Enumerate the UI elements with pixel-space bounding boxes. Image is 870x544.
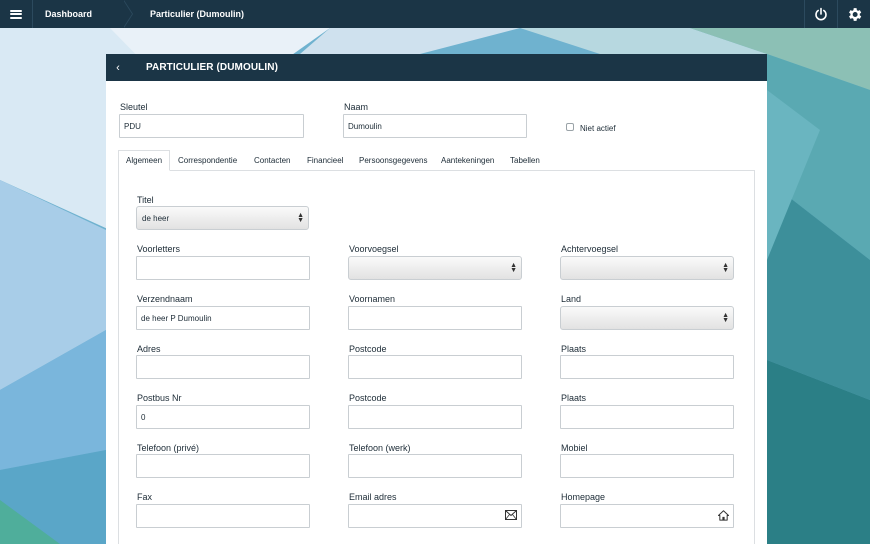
tab-financieel[interactable]: Financieel: [307, 150, 343, 171]
achtervoegsel-select[interactable]: ▲ ▼: [560, 256, 734, 280]
telefoon-werk-input[interactable]: [348, 454, 522, 478]
mobiel-label: Mobiel: [561, 443, 588, 453]
tab-tabellen[interactable]: Tabellen: [510, 150, 540, 171]
adres-input[interactable]: [136, 355, 310, 379]
postbus-postcode-input[interactable]: [348, 405, 522, 429]
select-arrows-icon: ▲ ▼: [510, 262, 517, 274]
menu-button[interactable]: [0, 0, 33, 28]
panel-header: ‹ PARTICULIER (DUMOULIN): [106, 54, 767, 81]
record-panel: ‹ PARTICULIER (DUMOULIN) Sleutel PDU Naa…: [106, 54, 767, 544]
power-button[interactable]: [804, 0, 837, 28]
select-arrows-icon: ▲ ▼: [722, 262, 729, 274]
tab-aantekeningen[interactable]: Aantekeningen: [441, 150, 494, 171]
chevron-left-icon: ‹: [116, 61, 120, 74]
voorletters-label: Voorletters: [137, 244, 181, 254]
niet-actief-checkbox[interactable]: [566, 123, 574, 131]
telefoon-prive-input[interactable]: [136, 454, 310, 478]
homepage-input[interactable]: [560, 504, 734, 528]
email-label: Email adres: [349, 492, 397, 502]
gear-icon: [848, 7, 861, 21]
tab-correspondentie[interactable]: Correspondentie: [178, 150, 237, 171]
postcode-input[interactable]: [348, 355, 522, 379]
home-icon[interactable]: [718, 510, 729, 521]
voorletters-input[interactable]: [136, 256, 310, 280]
postbus-plaats-label: Plaats: [561, 393, 587, 403]
postbus-label: Postbus Nr: [137, 393, 182, 403]
telefoon-werk-label: Telefoon (werk): [349, 443, 411, 453]
adres-label: Adres: [137, 344, 161, 354]
voorvoegsel-label: Voorvoegsel: [349, 244, 399, 254]
plaats-label: Plaats: [561, 344, 587, 354]
verzendnaam-label: Verzendnaam: [137, 294, 193, 304]
titel-value: de heer: [142, 213, 170, 223]
land-select[interactable]: ▲ ▼: [560, 306, 734, 330]
email-input[interactable]: [348, 504, 522, 528]
power-icon: [815, 7, 827, 21]
verzendnaam-input[interactable]: de heer P Dumoulin: [136, 306, 310, 330]
tab-bar: Algemeen Correspondentie Contacten Finan…: [118, 150, 755, 171]
plaats-input[interactable]: [560, 355, 734, 379]
mobiel-input[interactable]: [560, 454, 734, 478]
panel-title: PARTICULIER (DUMOULIN): [146, 62, 278, 73]
select-arrows-icon: ▲ ▼: [297, 212, 304, 224]
postbus-postcode-label: Postcode: [349, 393, 387, 403]
achtervoegsel-label: Achtervoegsel: [561, 244, 619, 254]
postbus-input[interactable]: 0: [136, 405, 310, 429]
voornamen-label: Voornamen: [349, 294, 396, 304]
tab-algemeen[interactable]: Algemeen: [118, 150, 171, 171]
sleutel-label: Sleutel: [120, 102, 148, 112]
land-label: Land: [561, 294, 582, 304]
voorvoegsel-select[interactable]: ▲ ▼: [348, 256, 522, 280]
telefoon-prive-label: Telefoon (privé): [137, 443, 200, 453]
naam-label: Naam: [344, 102, 369, 112]
envelope-icon[interactable]: [505, 510, 517, 520]
select-arrows-icon: ▲ ▼: [722, 312, 729, 324]
tab-persoonsgegevens[interactable]: Persoonsgegevens: [359, 150, 428, 171]
naam-input[interactable]: Dumoulin: [343, 114, 527, 138]
homepage-label: Homepage: [561, 492, 606, 502]
niet-actief-label: Niet actief: [580, 124, 616, 133]
postcode-label: Postcode: [349, 344, 387, 354]
tab-contacten[interactable]: Contacten: [254, 150, 290, 171]
hamburger-icon: [10, 9, 22, 19]
fax-label: Fax: [137, 492, 153, 502]
postbus-plaats-input[interactable]: [560, 405, 734, 429]
top-bar: Dashboard Particulier (Dumoulin): [0, 0, 870, 28]
breadcrumb-dashboard[interactable]: Dashboard: [33, 0, 133, 28]
back-button[interactable]: ‹: [106, 62, 130, 74]
fax-input[interactable]: [136, 504, 310, 528]
sleutel-input[interactable]: PDU: [119, 114, 304, 138]
settings-button[interactable]: [837, 0, 870, 28]
titel-select[interactable]: de heer ▲ ▼: [136, 206, 309, 230]
voornamen-input[interactable]: [348, 306, 522, 330]
titel-label: Titel: [137, 195, 154, 205]
breadcrumb-current: Particulier (Dumoulin): [150, 9, 245, 19]
